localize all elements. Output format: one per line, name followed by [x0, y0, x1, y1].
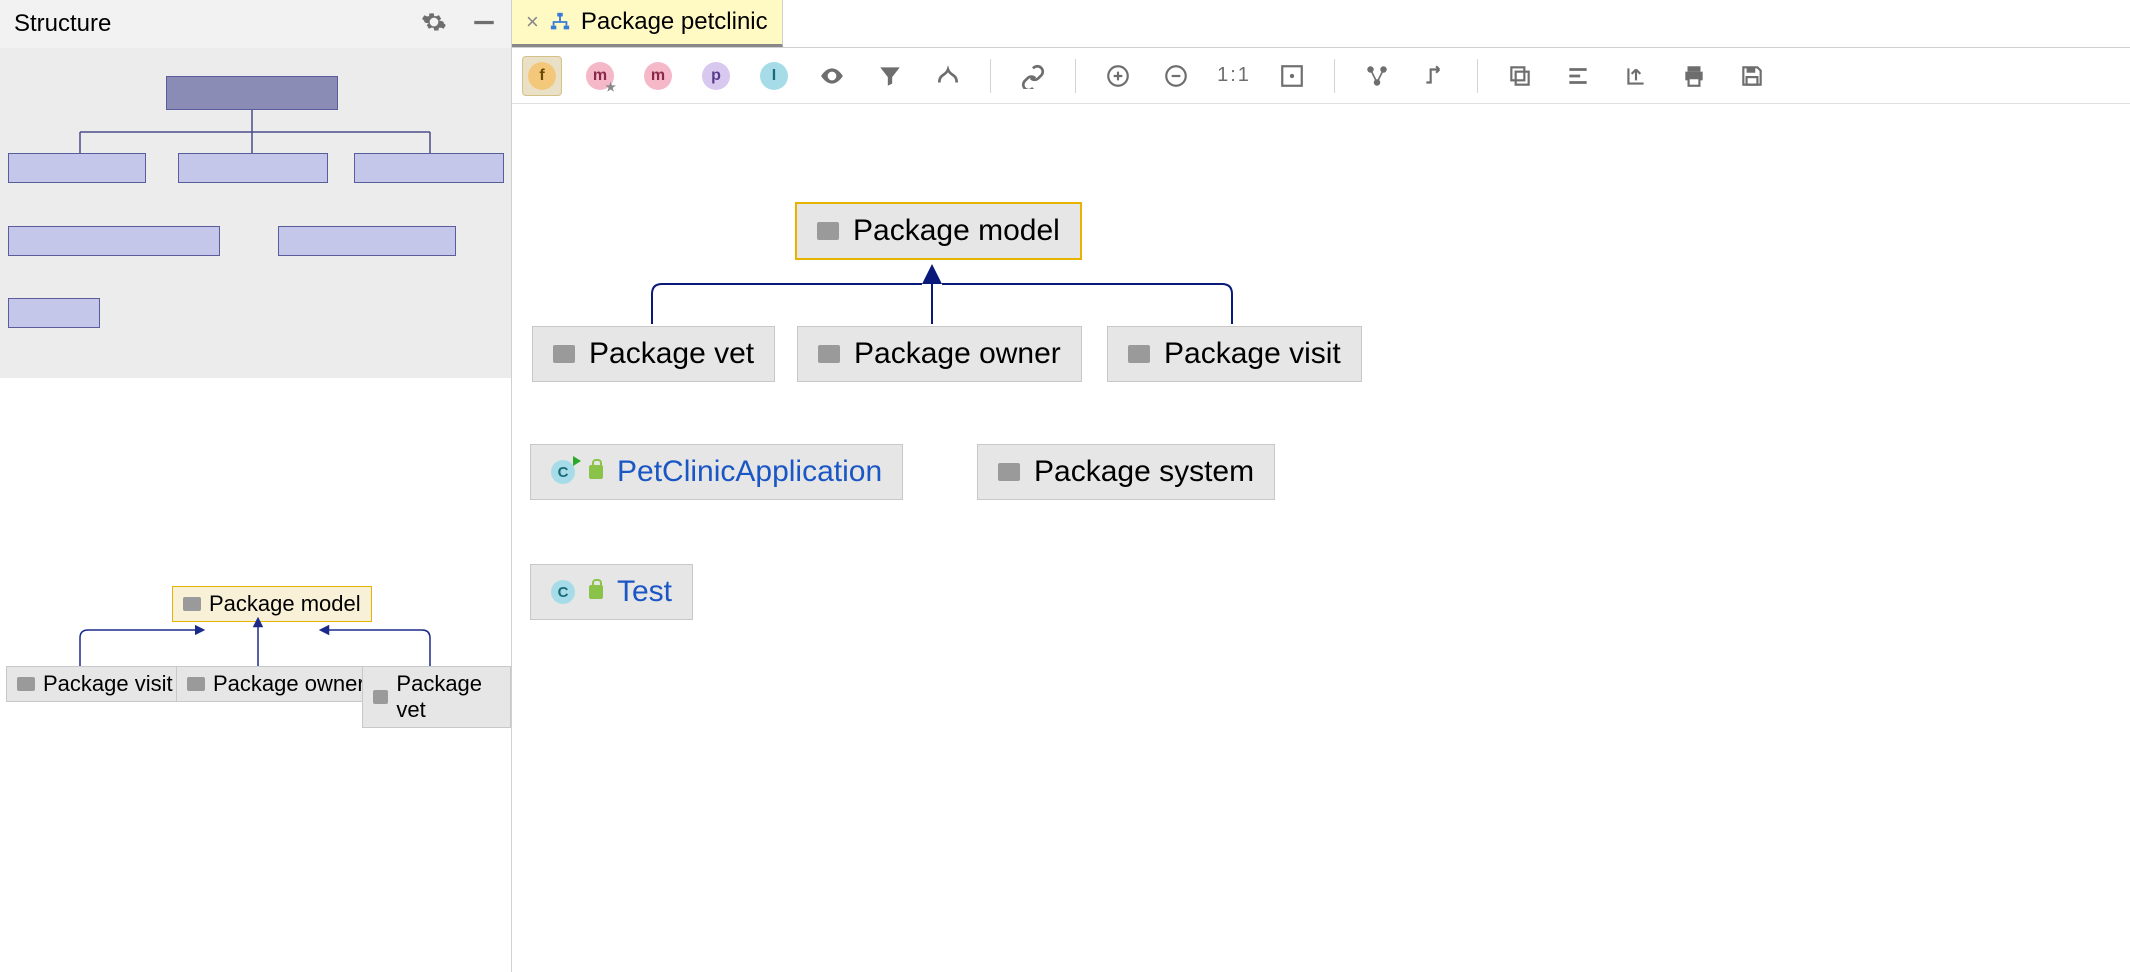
- close-tab-icon[interactable]: ×: [526, 9, 539, 35]
- class-runnable-icon: C: [551, 460, 575, 484]
- structure-panel-header: Structure: [0, 0, 511, 48]
- toolbar-export-icon[interactable]: [1616, 56, 1656, 96]
- toolbar-scope-methods[interactable]: m: [638, 56, 678, 96]
- lock-icon: [589, 465, 603, 479]
- minimize-icon[interactable]: [471, 9, 497, 40]
- preview-node-model[interactable]: Package model: [172, 586, 372, 622]
- preview-node-vet[interactable]: Package vet: [362, 666, 511, 728]
- diagram-node-test[interactable]: C Test: [530, 564, 693, 620]
- diagram-node-vet[interactable]: Package vet: [532, 326, 775, 382]
- toolbar-save-icon[interactable]: [1732, 56, 1772, 96]
- folder-icon: [187, 677, 205, 691]
- toolbar-visibility-icon[interactable]: [812, 56, 852, 96]
- toolbar-separator: [1334, 59, 1335, 93]
- toolbar-separator: [1477, 59, 1478, 93]
- toolbar-print-icon[interactable]: [1674, 56, 1714, 96]
- tab-package-petclinic[interactable]: × Package petclinic: [512, 0, 783, 47]
- lock-icon: [589, 585, 603, 599]
- structure-dependency-preview[interactable]: Package model Package visit Package owne…: [0, 378, 511, 972]
- structure-panel-title: Structure: [14, 10, 111, 38]
- folder-icon: [818, 345, 840, 363]
- preview-node-visit[interactable]: Package visit: [6, 666, 184, 702]
- toolbar-layout-icon[interactable]: [1357, 56, 1397, 96]
- toolbar-scope-inner[interactable]: I: [754, 56, 794, 96]
- toolbar-separator: [1075, 59, 1076, 93]
- diagram-node-system[interactable]: Package system: [977, 444, 1275, 500]
- folder-icon: [998, 463, 1020, 481]
- overview-node-root: [166, 76, 338, 110]
- diagram-node-label: Package owner: [854, 337, 1061, 371]
- diagram-panel: × Package petclinic f m m p I 1:1: [512, 0, 2130, 972]
- overview-node: [178, 153, 328, 183]
- folder-icon: [1128, 345, 1150, 363]
- preview-node-label: Package model: [209, 591, 361, 617]
- toolbar-route-icon[interactable]: [1415, 56, 1455, 96]
- tab-label: Package petclinic: [581, 8, 768, 36]
- class-icon: C: [551, 580, 575, 604]
- gear-icon[interactable]: [421, 9, 447, 40]
- folder-icon: [553, 345, 575, 363]
- diagram-node-petclinicapplication[interactable]: C PetClinicApplication: [530, 444, 903, 500]
- diagram-node-model[interactable]: Package model: [795, 202, 1082, 260]
- toolbar-zoom-actual[interactable]: 1:1: [1214, 56, 1254, 96]
- structure-panel: Structure Package model Package visit: [0, 0, 512, 972]
- folder-icon: [373, 690, 388, 704]
- folder-icon: [183, 597, 201, 611]
- diagram-node-label: Package model: [853, 214, 1060, 248]
- toolbar-scope-fields[interactable]: f: [522, 56, 562, 96]
- toolbar-separator: [990, 59, 991, 93]
- toolbar-scope-properties[interactable]: p: [696, 56, 736, 96]
- preview-node-label: Package vet: [396, 671, 500, 723]
- diagram-canvas[interactable]: Package model Package vet Package owner …: [512, 104, 2130, 972]
- overview-node: [354, 153, 504, 183]
- overview-node: [278, 226, 456, 256]
- diagram-toolbar: f m m p I 1:1: [512, 48, 2130, 104]
- editor-tab-bar: × Package petclinic: [512, 0, 2130, 48]
- preview-node-label: Package visit: [43, 671, 173, 697]
- structure-overview-map[interactable]: [0, 48, 511, 378]
- toolbar-edge-style-icon[interactable]: [928, 56, 968, 96]
- diagram-node-label: PetClinicApplication: [617, 455, 882, 489]
- diagram-node-visit[interactable]: Package visit: [1107, 326, 1362, 382]
- diagram-node-owner[interactable]: Package owner: [797, 326, 1082, 382]
- preview-node-owner[interactable]: Package owner: [176, 666, 376, 702]
- toolbar-filter-icon[interactable]: [870, 56, 910, 96]
- toolbar-scope-constructors[interactable]: m: [580, 56, 620, 96]
- toolbar-copy-icon[interactable]: [1500, 56, 1540, 96]
- toolbar-zoom-in-icon[interactable]: [1098, 56, 1138, 96]
- diagram-icon: [549, 11, 571, 33]
- toolbar-fit-content-icon[interactable]: [1272, 56, 1312, 96]
- toolbar-zoom-out-icon[interactable]: [1156, 56, 1196, 96]
- folder-icon: [17, 677, 35, 691]
- overview-node: [8, 298, 100, 328]
- diagram-node-label: Test: [617, 575, 672, 609]
- diagram-node-label: Package visit: [1164, 337, 1341, 371]
- toolbar-align-icon[interactable]: [1558, 56, 1598, 96]
- preview-node-label: Package owner: [213, 671, 365, 697]
- overview-node: [8, 226, 220, 256]
- overview-node: [8, 153, 146, 183]
- diagram-node-label: Package system: [1034, 455, 1254, 489]
- toolbar-link-icon[interactable]: [1013, 56, 1053, 96]
- folder-icon: [817, 222, 839, 240]
- diagram-node-label: Package vet: [589, 337, 754, 371]
